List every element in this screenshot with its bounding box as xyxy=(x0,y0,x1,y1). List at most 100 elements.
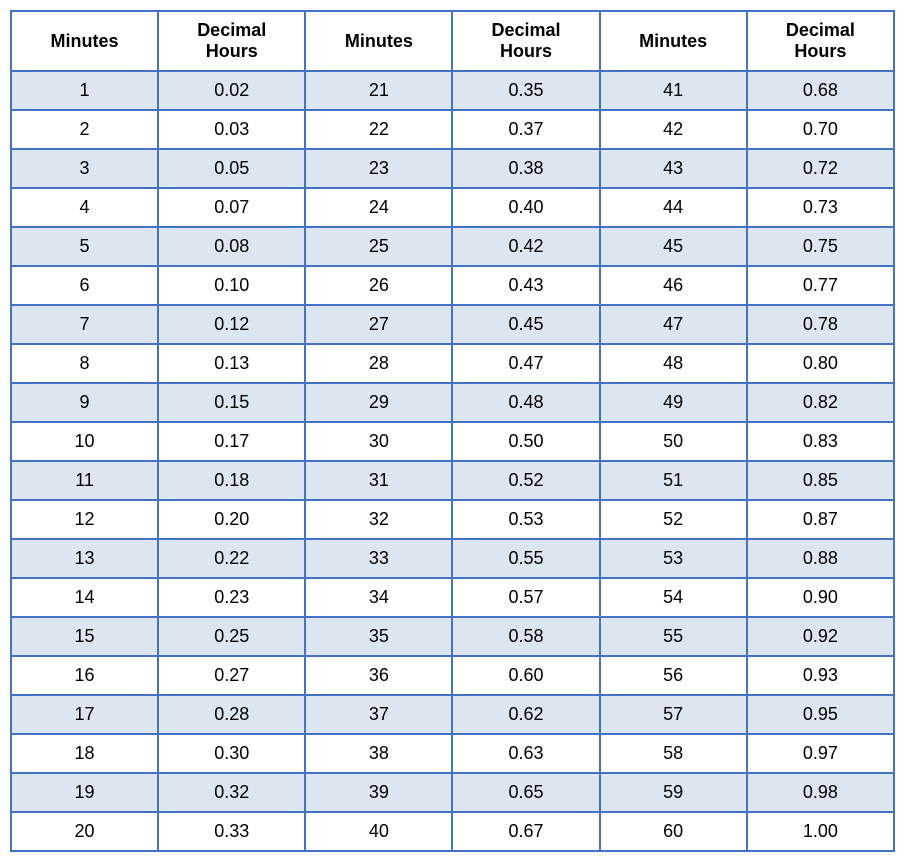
cell-min2: 28 xyxy=(305,344,452,383)
table-row: 40.07240.40440.73 xyxy=(11,188,894,227)
header-decimal-2: DecimalHours xyxy=(452,11,599,71)
cell-dec3: 1.00 xyxy=(747,812,894,851)
cell-min1: 8 xyxy=(11,344,158,383)
cell-dec1: 0.22 xyxy=(158,539,305,578)
cell-dec2: 0.43 xyxy=(452,266,599,305)
table-row: 160.27360.60560.93 xyxy=(11,656,894,695)
cell-min3: 42 xyxy=(600,110,747,149)
cell-dec2: 0.40 xyxy=(452,188,599,227)
cell-min2: 36 xyxy=(305,656,452,695)
cell-dec1: 0.28 xyxy=(158,695,305,734)
table-row: 70.12270.45470.78 xyxy=(11,305,894,344)
table-row: 140.23340.57540.90 xyxy=(11,578,894,617)
cell-dec2: 0.48 xyxy=(452,383,599,422)
cell-dec3: 0.85 xyxy=(747,461,894,500)
cell-dec1: 0.23 xyxy=(158,578,305,617)
cell-dec2: 0.55 xyxy=(452,539,599,578)
header-minutes-2: Minutes xyxy=(305,11,452,71)
cell-min2: 30 xyxy=(305,422,452,461)
cell-dec3: 0.80 xyxy=(747,344,894,383)
cell-dec3: 0.90 xyxy=(747,578,894,617)
cell-min1: 19 xyxy=(11,773,158,812)
cell-dec1: 0.05 xyxy=(158,149,305,188)
cell-min1: 2 xyxy=(11,110,158,149)
cell-dec2: 0.47 xyxy=(452,344,599,383)
cell-min3: 60 xyxy=(600,812,747,851)
cell-min1: 20 xyxy=(11,812,158,851)
cell-min2: 32 xyxy=(305,500,452,539)
cell-dec3: 0.87 xyxy=(747,500,894,539)
cell-min1: 3 xyxy=(11,149,158,188)
table-row: 50.08250.42450.75 xyxy=(11,227,894,266)
cell-min1: 10 xyxy=(11,422,158,461)
cell-min2: 31 xyxy=(305,461,452,500)
cell-dec1: 0.33 xyxy=(158,812,305,851)
cell-dec3: 0.75 xyxy=(747,227,894,266)
table-row: 10.02210.35410.68 xyxy=(11,71,894,110)
cell-min1: 1 xyxy=(11,71,158,110)
cell-min3: 59 xyxy=(600,773,747,812)
cell-dec1: 0.08 xyxy=(158,227,305,266)
table-row: 150.25350.58550.92 xyxy=(11,617,894,656)
cell-min3: 53 xyxy=(600,539,747,578)
cell-dec1: 0.17 xyxy=(158,422,305,461)
cell-min2: 25 xyxy=(305,227,452,266)
cell-dec1: 0.13 xyxy=(158,344,305,383)
cell-min1: 7 xyxy=(11,305,158,344)
cell-min1: 18 xyxy=(11,734,158,773)
cell-min2: 35 xyxy=(305,617,452,656)
cell-min1: 11 xyxy=(11,461,158,500)
cell-dec2: 0.67 xyxy=(452,812,599,851)
table-row: 100.17300.50500.83 xyxy=(11,422,894,461)
cell-min3: 56 xyxy=(600,656,747,695)
table-row: 30.05230.38430.72 xyxy=(11,149,894,188)
cell-dec2: 0.57 xyxy=(452,578,599,617)
cell-min3: 55 xyxy=(600,617,747,656)
conversion-table: Minutes DecimalHours Minutes DecimalHour… xyxy=(10,10,895,852)
header-row: Minutes DecimalHours Minutes DecimalHour… xyxy=(11,11,894,71)
cell-dec3: 0.95 xyxy=(747,695,894,734)
cell-min1: 14 xyxy=(11,578,158,617)
cell-dec1: 0.03 xyxy=(158,110,305,149)
cell-dec1: 0.25 xyxy=(158,617,305,656)
cell-dec2: 0.62 xyxy=(452,695,599,734)
cell-dec2: 0.38 xyxy=(452,149,599,188)
cell-dec2: 0.35 xyxy=(452,71,599,110)
table-row: 20.03220.37420.70 xyxy=(11,110,894,149)
cell-min2: 34 xyxy=(305,578,452,617)
cell-dec1: 0.15 xyxy=(158,383,305,422)
cell-dec3: 0.83 xyxy=(747,422,894,461)
cell-dec1: 0.30 xyxy=(158,734,305,773)
table-row: 180.30380.63580.97 xyxy=(11,734,894,773)
cell-min2: 24 xyxy=(305,188,452,227)
cell-min3: 51 xyxy=(600,461,747,500)
cell-dec2: 0.42 xyxy=(452,227,599,266)
cell-dec3: 0.70 xyxy=(747,110,894,149)
cell-min1: 16 xyxy=(11,656,158,695)
table-row: 200.33400.67601.00 xyxy=(11,812,894,851)
cell-min2: 29 xyxy=(305,383,452,422)
cell-min3: 44 xyxy=(600,188,747,227)
cell-dec3: 0.82 xyxy=(747,383,894,422)
cell-min3: 52 xyxy=(600,500,747,539)
cell-dec3: 0.73 xyxy=(747,188,894,227)
cell-min2: 40 xyxy=(305,812,452,851)
cell-dec3: 0.72 xyxy=(747,149,894,188)
cell-min1: 17 xyxy=(11,695,158,734)
cell-min2: 23 xyxy=(305,149,452,188)
cell-min3: 49 xyxy=(600,383,747,422)
cell-min1: 12 xyxy=(11,500,158,539)
table-row: 80.13280.47480.80 xyxy=(11,344,894,383)
cell-min3: 41 xyxy=(600,71,747,110)
cell-dec2: 0.37 xyxy=(452,110,599,149)
cell-dec3: 0.93 xyxy=(747,656,894,695)
header-decimal-3: DecimalHours xyxy=(747,11,894,71)
cell-min3: 58 xyxy=(600,734,747,773)
cell-dec1: 0.27 xyxy=(158,656,305,695)
cell-dec1: 0.10 xyxy=(158,266,305,305)
cell-min3: 45 xyxy=(600,227,747,266)
cell-dec3: 0.98 xyxy=(747,773,894,812)
table-row: 90.15290.48490.82 xyxy=(11,383,894,422)
cell-dec1: 0.02 xyxy=(158,71,305,110)
table-row: 120.20320.53520.87 xyxy=(11,500,894,539)
